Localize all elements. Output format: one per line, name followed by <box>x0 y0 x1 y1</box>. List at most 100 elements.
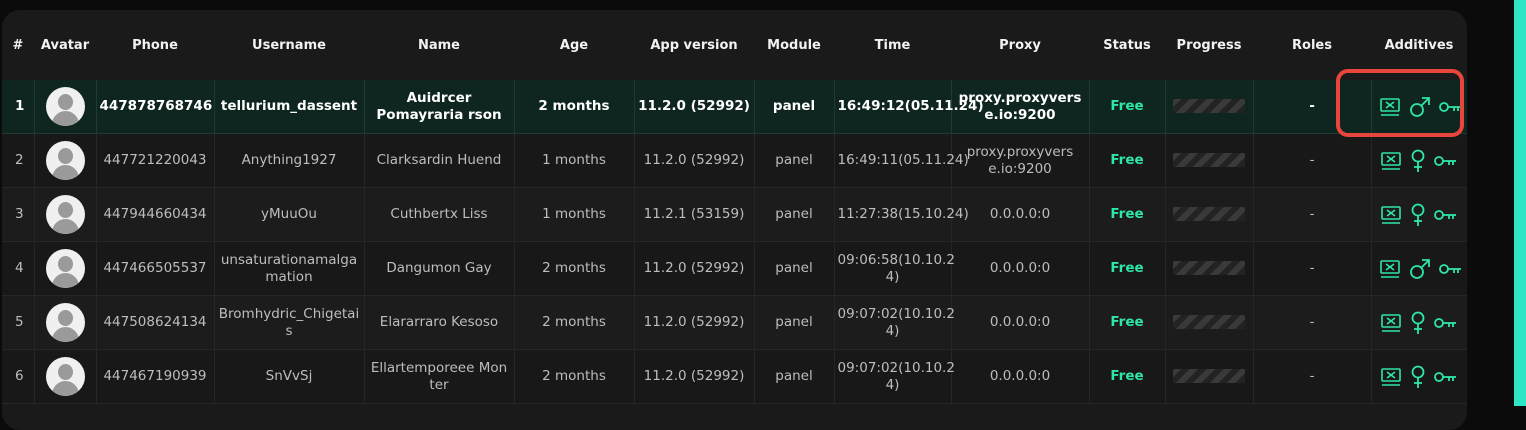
table-row[interactable]: 4 447466505537 unsaturationamalga mation Da… <box>2 241 1467 296</box>
status-badge: Free <box>1110 314 1144 330</box>
avatar[interactable] <box>45 141 85 180</box>
table-row[interactable]: 3 447944660434 yMuuOu Cuthbertx Liss 1 month… <box>2 187 1467 242</box>
status-badge: Free <box>1110 98 1144 114</box>
female-icon[interactable] <box>1410 365 1426 389</box>
progress-bar <box>1173 369 1245 383</box>
module-cell: panel <box>753 187 834 242</box>
avatar-body-shape <box>51 165 79 180</box>
header-progress[interactable]: Progress <box>1165 10 1253 80</box>
header-status[interactable]: Status <box>1089 10 1165 80</box>
monitor-x-icon[interactable] <box>1379 259 1401 279</box>
username-cell: Bromhydric_Chigetai s <box>213 295 364 350</box>
female-icon[interactable] <box>1410 149 1426 173</box>
table-row[interactable]: 5 447508624134 Bromhydric_Chigetai s Elarar… <box>2 295 1467 350</box>
status-badge: Free <box>1110 206 1144 222</box>
additives-cell <box>1370 187 1467 242</box>
proxy-cell: proxy.proxyvers e.io:9200 <box>950 133 1089 188</box>
table-row[interactable]: 2 447721220043 Anything1927 Clarksardin Hue… <box>2 133 1467 188</box>
female-icon[interactable] <box>1410 311 1426 335</box>
progress-cell <box>1164 187 1253 242</box>
module-cell: panel <box>753 241 834 296</box>
table-row[interactable]: 1 447878768746 tellurium_dassent Auidrcer P… <box>2 80 1467 134</box>
header-time[interactable]: Time <box>834 10 951 80</box>
time-cell: 09:07:02(10.10.2 4) <box>833 295 955 350</box>
header-app-version[interactable]: App version <box>634 10 754 80</box>
avatar[interactable] <box>45 195 85 234</box>
avatar-cell <box>33 80 96 134</box>
monitor-x-icon[interactable] <box>1380 151 1402 171</box>
phone-cell: 447944660434 <box>95 187 214 242</box>
status-badge: Free <box>1110 152 1144 168</box>
avatar-head-shape <box>57 256 73 272</box>
monitor-x-icon[interactable] <box>1380 205 1402 225</box>
avatar-cell <box>33 133 96 188</box>
proxy-cell: 0.0.0.0:0 <box>950 349 1089 404</box>
header-name[interactable]: Name <box>364 10 514 80</box>
key-icon[interactable] <box>1434 370 1458 384</box>
row-number: 2 <box>2 133 34 188</box>
header-proxy[interactable]: Proxy <box>951 10 1089 80</box>
header-avatar[interactable]: Avatar <box>34 10 96 80</box>
monitor-x-icon[interactable] <box>1380 367 1402 387</box>
age-cell: 2 months <box>513 349 634 404</box>
name-cell: Elararraro Kesoso <box>363 295 514 350</box>
avatar-head-shape <box>57 148 73 164</box>
proxy-cell: 0.0.0.0:0 <box>950 187 1089 242</box>
time-cell: 16:49:12(05.11.24) <box>833 80 984 134</box>
status-cell: Free <box>1088 241 1165 296</box>
phone-cell: 447878768746 <box>95 80 214 134</box>
module-cell: panel <box>753 80 834 134</box>
name-cell: Clarksardin Huend <box>363 133 514 188</box>
roles-cell: - <box>1252 349 1371 404</box>
name-cell: Ellartemporeee Mon ter <box>363 349 514 404</box>
key-icon[interactable] <box>1434 208 1458 222</box>
time-cell: 09:06:58(10.10.2 4) <box>833 241 955 296</box>
module-cell: panel <box>753 295 834 350</box>
avatar-head-shape <box>57 364 73 380</box>
app-version-cell: 11.2.0 (52992) <box>633 349 754 404</box>
time-cell: 09:07:02(10.10.2 4) <box>833 349 955 404</box>
app-version-cell: 11.2.0 (52992) <box>633 295 754 350</box>
header-age[interactable]: Age <box>514 10 634 80</box>
avatar[interactable] <box>45 357 85 396</box>
header-phone[interactable]: Phone <box>96 10 214 80</box>
name-cell: Auidrcer Pomayraria rson <box>363 80 514 134</box>
key-icon[interactable] <box>1434 154 1458 168</box>
row-number: 6 <box>2 349 34 404</box>
accounts-table: # Avatar Phone Username Name Age App ver… <box>2 10 1467 404</box>
additives-cell <box>1370 133 1467 188</box>
app-version-cell: 11.2.0 (52992) <box>633 80 754 134</box>
app-version-cell: 11.2.0 (52992) <box>633 133 754 188</box>
app-version-cell: 11.2.1 (53159) <box>633 187 754 242</box>
age-cell: 2 months <box>513 295 634 350</box>
roles-cell: - <box>1252 295 1371 350</box>
progress-bar <box>1173 153 1245 167</box>
avatar-body-shape <box>51 327 79 342</box>
status-cell: Free <box>1088 80 1165 134</box>
username-cell: unsaturationamalga mation <box>213 241 364 296</box>
key-icon[interactable] <box>1434 316 1458 330</box>
header-username[interactable]: Username <box>214 10 364 80</box>
key-icon[interactable] <box>1438 262 1463 276</box>
monitor-x-icon[interactable] <box>1380 313 1402 333</box>
avatar-cell <box>33 295 96 350</box>
name-cell: Dangumon Gay <box>363 241 514 296</box>
table-row[interactable]: 6 447467190939 SnVvSj Ellartemporeee Mon te… <box>2 349 1467 404</box>
status-badge: Free <box>1110 368 1144 384</box>
roles-cell: - <box>1252 187 1371 242</box>
age-cell: 2 months <box>513 80 634 134</box>
status-cell: Free <box>1088 187 1165 242</box>
row-number: 1 <box>2 80 34 134</box>
avatar[interactable] <box>45 249 85 288</box>
phone-cell: 447721220043 <box>95 133 214 188</box>
avatar[interactable] <box>45 87 85 126</box>
additives-highlight-box <box>1336 69 1464 137</box>
avatar-body-shape <box>51 111 79 126</box>
header-num[interactable]: # <box>2 10 34 80</box>
female-icon[interactable] <box>1410 203 1426 227</box>
male-icon[interactable] <box>1409 258 1431 280</box>
avatar[interactable] <box>45 303 85 342</box>
header-module[interactable]: Module <box>754 10 834 80</box>
additives-cell <box>1370 295 1467 350</box>
username-cell: tellurium_dassent <box>213 80 364 134</box>
